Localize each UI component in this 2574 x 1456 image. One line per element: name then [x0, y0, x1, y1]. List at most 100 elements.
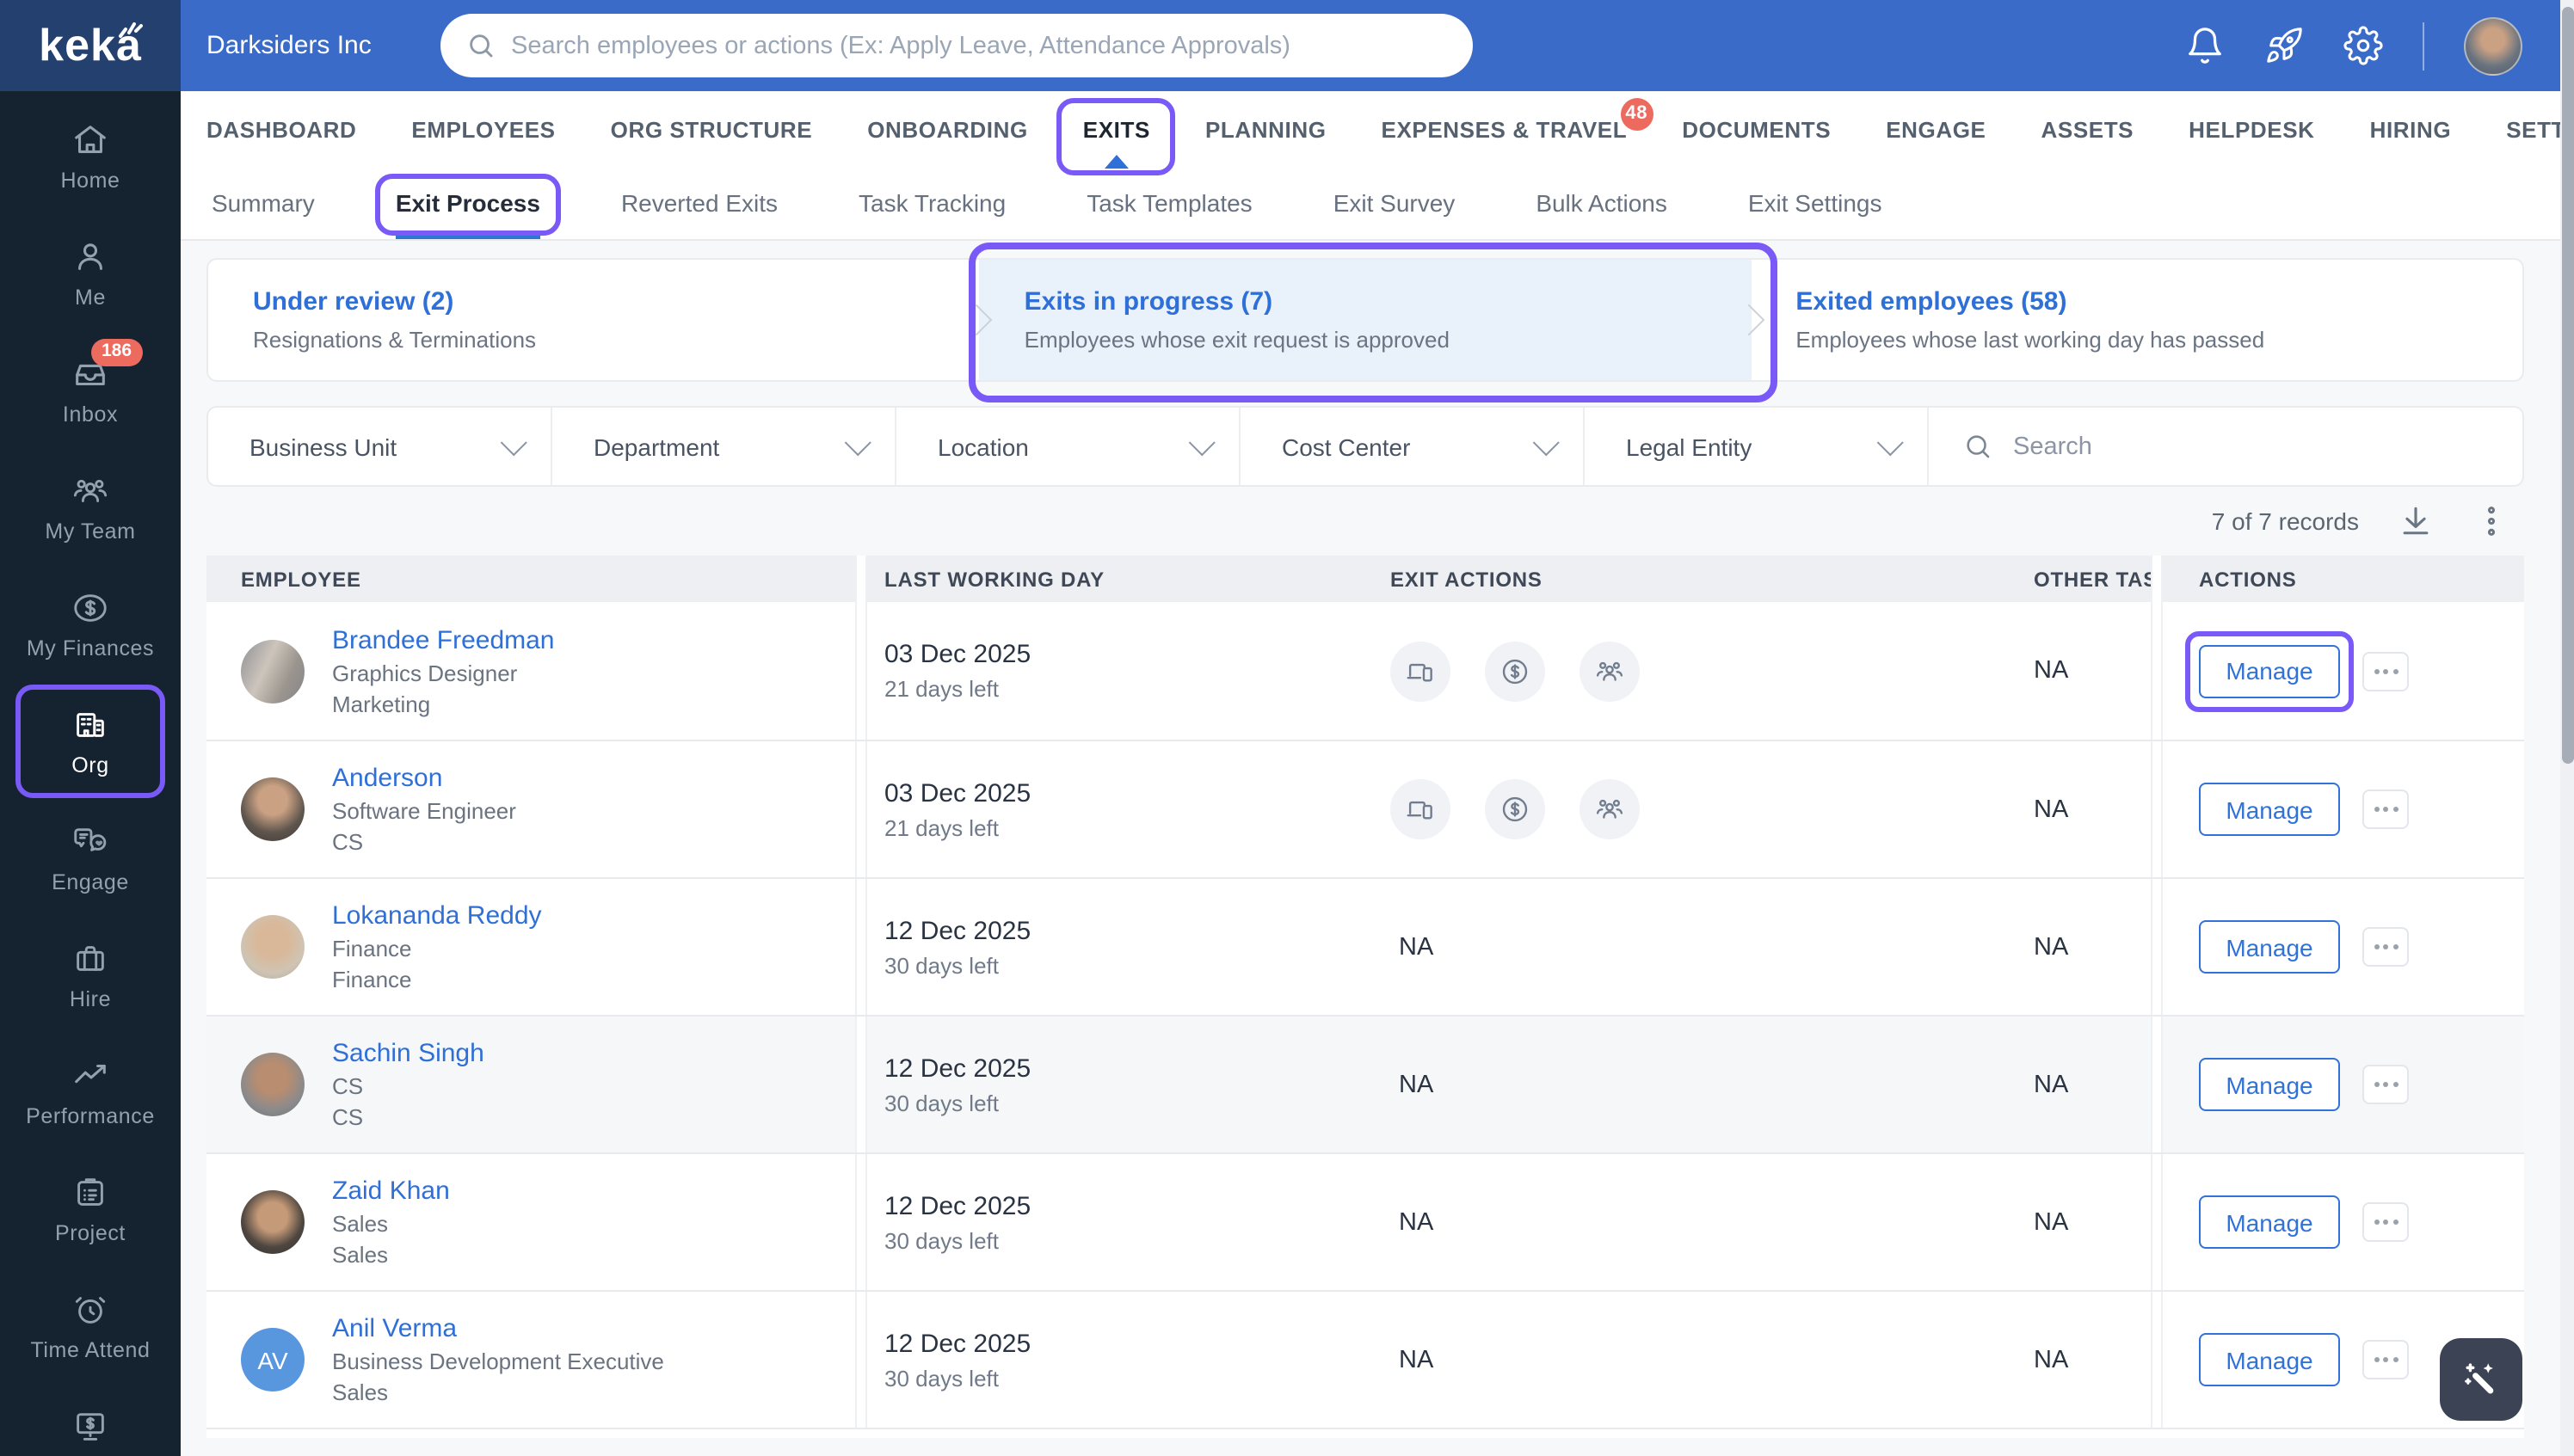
- column-gap: [2151, 1154, 2163, 1290]
- deactivate-accounts-people-icon[interactable]: [1580, 779, 1640, 839]
- manage-button[interactable]: Manage: [2199, 1058, 2340, 1111]
- sidebar-item-home[interactable]: Home: [0, 98, 181, 215]
- column-gap: [855, 602, 867, 740]
- settle-payments-dollar-icon[interactable]: [1485, 779, 1545, 839]
- deactivate-devices-icon[interactable]: [1390, 641, 1450, 701]
- nav-dashboard[interactable]: DASHBOARD: [206, 116, 356, 142]
- search-icon: [466, 31, 496, 60]
- records-bar: 7 of 7 records: [206, 487, 2524, 556]
- inbox-icon: 186: [71, 354, 110, 394]
- stage-exits-in-progress[interactable]: Exits in progress (7) Employees whose ex…: [980, 260, 1752, 380]
- table-search-input[interactable]: [2013, 433, 2491, 460]
- manage-button[interactable]: Manage: [2199, 783, 2340, 836]
- stage-title: Under review (2): [253, 287, 980, 316]
- sidebar-item-engage[interactable]: Engage: [0, 800, 181, 917]
- global-search-input[interactable]: [511, 32, 1447, 59]
- nav-onboarding[interactable]: ONBOARDING: [867, 116, 1028, 142]
- nav-employees[interactable]: EMPLOYEES: [411, 116, 555, 142]
- page-scrollbar[interactable]: [2560, 0, 2574, 1456]
- row-more-options-button[interactable]: [2362, 1065, 2409, 1104]
- tab-exit-process[interactable]: Exit Process: [396, 189, 540, 239]
- tab-reverted-exits[interactable]: Reverted Exits: [621, 189, 778, 239]
- nav-org-structure[interactable]: ORG STRUCTURE: [611, 116, 813, 142]
- employee-name-link[interactable]: Anderson: [332, 764, 516, 793]
- sidebar-item-time-attend[interactable]: Time Attend: [0, 1268, 181, 1385]
- employee-name-link[interactable]: Lokananda Reddy: [332, 901, 542, 931]
- nav-expenses-travel[interactable]: EXPENSES & TRAVEL48: [1382, 116, 1628, 142]
- download-icon[interactable]: [2397, 502, 2435, 540]
- nav-planning[interactable]: PLANNING: [1205, 116, 1327, 142]
- row-more-options-button[interactable]: [2362, 651, 2409, 691]
- filter-legal-entity[interactable]: Legal Entity: [1585, 408, 1929, 485]
- sidebar-item-inbox[interactable]: 186 Inbox: [0, 332, 181, 449]
- nav-helpdesk[interactable]: HELPDESK: [2189, 116, 2314, 142]
- actions-cell: Manage: [2163, 1017, 2524, 1152]
- column-header-last-working-day: LAST WORKING DAY: [867, 556, 1376, 602]
- filter-department[interactable]: Department: [552, 408, 896, 485]
- global-search[interactable]: [440, 14, 1473, 77]
- filter-business-unit[interactable]: Business Unit: [208, 408, 552, 485]
- deactivate-accounts-people-icon[interactable]: [1580, 641, 1640, 701]
- filter-cost-center[interactable]: Cost Center: [1241, 408, 1585, 485]
- deactivate-devices-icon[interactable]: [1390, 779, 1450, 839]
- sidebar-item-performance[interactable]: Performance: [0, 1034, 181, 1151]
- manage-button[interactable]: Manage: [2199, 920, 2340, 974]
- manage-button[interactable]: Manage: [2199, 1333, 2340, 1386]
- row-more-options-button[interactable]: [2362, 789, 2409, 829]
- employee-cell: AV Anil Verma Business Development Execu…: [206, 1292, 855, 1428]
- nav-assets[interactable]: ASSETS: [2041, 116, 2134, 142]
- user-avatar[interactable]: [2464, 16, 2522, 75]
- magic-wand-icon: [2459, 1357, 2503, 1402]
- row-more-options-button[interactable]: [2362, 927, 2409, 967]
- manage-button[interactable]: Manage: [2199, 644, 2340, 697]
- exit-actions-cell: NA: [1376, 1017, 2023, 1152]
- column-header-exit-actions: EXIT ACTIONS: [1376, 556, 2023, 602]
- column-gap: [855, 879, 867, 1015]
- tab-summary[interactable]: Summary: [212, 189, 315, 239]
- sidebar-item-hire[interactable]: Hire: [0, 917, 181, 1034]
- sidebar-item-payroll[interactable]: Payroll: [0, 1385, 181, 1456]
- exit-actions-cell: NA: [1376, 1292, 2023, 1428]
- scrollbar-thumb[interactable]: [2561, 7, 2573, 764]
- employee-cell: Sachin Singh CS CS: [206, 1017, 855, 1152]
- employee-name-link[interactable]: Zaid Khan: [332, 1176, 450, 1206]
- filter-label: Business Unit: [249, 433, 397, 460]
- nav-engage[interactable]: ENGAGE: [1886, 116, 1986, 142]
- ai-magic-wand-button[interactable]: [2440, 1338, 2522, 1421]
- settle-payments-dollar-icon[interactable]: [1485, 641, 1545, 701]
- row-more-options-button[interactable]: [2362, 1340, 2409, 1379]
- employee-name-link[interactable]: Sachin Singh: [332, 1039, 484, 1068]
- nav-hiring[interactable]: HIRING: [2370, 116, 2452, 142]
- notifications-bell-icon[interactable]: [2185, 26, 2225, 65]
- tab-exit-settings[interactable]: Exit Settings: [1748, 189, 1882, 239]
- tab-exit-survey[interactable]: Exit Survey: [1333, 189, 1456, 239]
- settings-gear-icon[interactable]: [2343, 26, 2383, 65]
- table-header: EMPLOYEE LAST WORKING DAY EXIT ACTIONS O…: [206, 556, 2524, 602]
- stage-exited-employees[interactable]: Exited employees (58) Employees whose la…: [1751, 260, 2522, 380]
- stage-under-review[interactable]: Under review (2) Resignations & Terminat…: [208, 260, 980, 380]
- employee-name-link[interactable]: Brandee Freedman: [332, 625, 555, 654]
- employee-cell: Anderson Software Engineer CS: [206, 741, 855, 877]
- column-gap: [2151, 1292, 2163, 1428]
- sidebar-item-me[interactable]: Me: [0, 215, 181, 332]
- tab-task-tracking[interactable]: Task Tracking: [859, 189, 1006, 239]
- other-tasks-cell: NA: [2023, 879, 2151, 1015]
- employee-name-link[interactable]: Anil Verma: [332, 1314, 664, 1343]
- table-search[interactable]: [1929, 408, 2522, 485]
- nav-documents[interactable]: DOCUMENTS: [1682, 116, 1831, 142]
- filter-location[interactable]: Location: [896, 408, 1241, 485]
- stage-subtitle: Resignations & Terminations: [253, 327, 980, 353]
- manage-button[interactable]: Manage: [2199, 1195, 2340, 1249]
- tab-task-templates[interactable]: Task Templates: [1087, 189, 1252, 239]
- keka-logo[interactable]: keka: [0, 0, 181, 91]
- sidebar-item-label: Project: [55, 1221, 126, 1245]
- sidebar-item-project[interactable]: Project: [0, 1151, 181, 1268]
- rocket-icon[interactable]: [2264, 26, 2304, 65]
- more-options-kebab-icon[interactable]: [2472, 502, 2510, 540]
- sidebar-item-org[interactable]: Org: [0, 683, 181, 800]
- tab-bulk-actions[interactable]: Bulk Actions: [1536, 189, 1667, 239]
- sidebar-item-my-finances[interactable]: My Finances: [0, 566, 181, 683]
- row-more-options-button[interactable]: [2362, 1202, 2409, 1242]
- nav-exits[interactable]: EXITS: [1083, 116, 1150, 142]
- sidebar-item-my-team[interactable]: My Team: [0, 449, 181, 566]
